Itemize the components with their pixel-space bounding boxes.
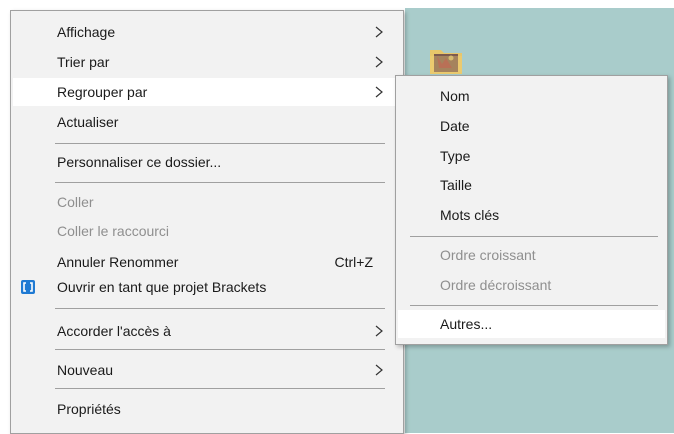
menu-item-label: Ouvrir en tant que projet Brackets: [57, 279, 267, 295]
shortcut-label: Ctrl+Z: [334, 254, 374, 270]
menu-item-label: Regrouper par: [57, 84, 148, 100]
menu-item-annuler-renommer[interactable]: Annuler Renommer Ctrl+Z: [13, 248, 399, 276]
submenu-item-label: Nom: [440, 88, 470, 104]
menu-item-label: Nouveau: [57, 362, 114, 378]
submenu-item-label: Taille: [440, 177, 472, 193]
chevron-right-icon: [375, 86, 383, 98]
menu-item-coller-raccourci: Coller le raccourci: [13, 217, 399, 245]
submenu-item-taille[interactable]: Taille: [398, 171, 665, 199]
submenu-item-label: Autres...: [440, 316, 493, 332]
menu-item-label: Coller le raccourci: [57, 223, 170, 239]
chevron-right-icon: [375, 26, 383, 38]
menu-item-label: Annuler Renommer: [57, 254, 179, 270]
submenu-item-nom[interactable]: Nom: [398, 82, 665, 110]
chevron-right-icon: [375, 56, 383, 68]
submenu-item-ordre-decroissant: Ordre décroissant: [398, 271, 665, 299]
chevron-right-icon: [375, 325, 383, 337]
menu-item-nouveau[interactable]: Nouveau: [13, 356, 399, 384]
regrouper-par-submenu: Nom Date Type Taille Mots clés Ordre cro…: [395, 75, 668, 345]
submenu-item-type[interactable]: Type: [398, 142, 665, 170]
menu-item-label: Affichage: [57, 24, 116, 40]
menu-item-personnaliser-dossier[interactable]: Personnaliser ce dossier...: [13, 148, 399, 176]
submenu-item-label: Date: [440, 118, 470, 134]
menu-item-proprietes[interactable]: Propriétés: [13, 395, 399, 423]
menu-item-coller: Coller: [13, 188, 399, 216]
menu-separator: [55, 349, 385, 350]
menu-item-label: Personnaliser ce dossier...: [57, 154, 222, 170]
menu-item-label: Trier par: [57, 54, 110, 70]
submenu-item-label: Type: [440, 148, 471, 164]
menu-separator: [55, 308, 385, 309]
submenu-item-ordre-croissant: Ordre croissant: [398, 241, 665, 269]
submenu-item-mots-cles[interactable]: Mots clés: [398, 201, 665, 229]
submenu-separator: [410, 305, 658, 306]
menu-item-trier-par[interactable]: Trier par: [13, 48, 399, 76]
menu-item-regrouper-par[interactable]: Regrouper par: [13, 78, 399, 106]
submenu-item-date[interactable]: Date: [398, 112, 665, 140]
context-menu: Affichage Trier par Regrouper par Actual…: [10, 10, 404, 434]
menu-separator: [55, 143, 385, 144]
menu-item-label: Accorder l'accès à: [57, 323, 171, 339]
chevron-right-icon: [375, 364, 383, 376]
menu-separator: [55, 182, 385, 183]
submenu-item-label: Mots clés: [440, 207, 500, 223]
menu-item-ouvrir-brackets[interactable]: Ouvrir en tant que projet Brackets: [13, 273, 399, 301]
submenu-separator: [410, 236, 658, 237]
menu-item-label: Propriétés: [57, 401, 121, 417]
menu-item-label: Coller: [57, 194, 94, 210]
desktop-top-strip: [405, 0, 674, 8]
menu-item-accorder-acces[interactable]: Accorder l'accès à: [13, 317, 399, 345]
submenu-item-label: Ordre décroissant: [440, 277, 552, 293]
folder-icon[interactable]: [428, 42, 464, 76]
brackets-icon: [21, 280, 35, 294]
submenu-item-label: Ordre croissant: [440, 247, 536, 263]
menu-separator: [55, 388, 385, 389]
menu-item-actualiser[interactable]: Actualiser: [13, 108, 399, 136]
submenu-item-autres[interactable]: Autres...: [398, 310, 665, 338]
menu-item-label: Actualiser: [57, 114, 119, 130]
menu-item-affichage[interactable]: Affichage: [13, 18, 399, 46]
